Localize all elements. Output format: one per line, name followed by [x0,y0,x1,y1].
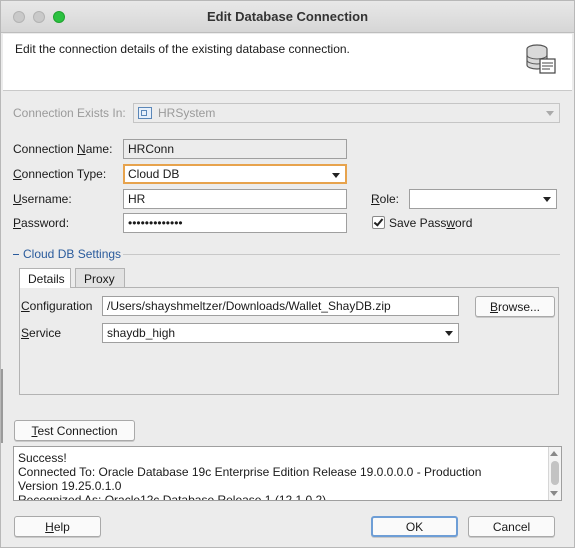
service-label: Service [21,326,62,340]
section-divider [123,254,560,255]
browse-button[interactable]: Browse... [475,296,555,317]
connection-type-label: Connection Type: [13,167,107,181]
edit-connection-dialog: Edit Database Connection Edit the connec… [0,0,575,548]
chevron-down-icon [332,173,340,178]
connection-exists-in-value: HRSystem [158,106,216,120]
username-label: Username: [13,192,72,206]
cloud-db-settings-title[interactable]: Cloud DB Settings [23,247,121,261]
section-collapse-dash[interactable] [13,254,19,255]
connection-type-value: Cloud DB [128,167,180,181]
test-connection-button[interactable]: Test Connection [14,420,135,441]
chevron-down-icon [543,197,551,202]
connection-type-select[interactable]: Cloud DB [123,164,347,184]
scroll-down-icon[interactable] [550,491,558,496]
connection-name-label: Connection Name: [13,142,113,156]
tab-details[interactable]: Details [19,268,71,288]
save-password-label: Save Password [389,216,473,230]
service-select[interactable]: shaydb_high [102,323,459,343]
save-password-checkbox[interactable] [372,216,385,229]
username-field[interactable]: HR [123,189,347,209]
title-bar[interactable]: Edit Database Connection [1,1,574,33]
role-select[interactable] [409,189,557,209]
log-line: Version 19.25.0.1.0 [18,479,122,493]
connection-exists-in-label: Connection Exists In: [13,106,126,120]
tab-proxy[interactable]: Proxy [75,268,125,288]
test-result-log[interactable]: Success! Connected To: Oracle Database 1… [13,446,562,501]
help-button[interactable]: Help [14,516,101,537]
application-icon [138,107,152,119]
log-line: Connected To: Oracle Database 19c Enterp… [18,465,482,479]
ok-button[interactable]: OK [371,516,458,537]
service-value: shaydb_high [107,326,176,340]
checkmark-icon [373,216,384,227]
password-label: Password: [13,216,70,230]
dialog-title: Edit Database Connection [206,9,369,24]
scroll-up-icon[interactable] [550,451,558,456]
configuration-field[interactable]: /Users/shayshmeltzer/Downloads/Wallet_Sh… [102,296,459,316]
connection-exists-in-select: HRSystem [133,103,560,123]
chevron-down-icon [445,331,453,336]
cancel-button[interactable]: Cancel [468,516,555,537]
dialog-header: Edit the connection details of the exist… [3,34,572,91]
database-icon [526,44,556,74]
log-line: Recognized As: Oracle12c Database Releas… [18,493,327,501]
details-tab-panel: Configuration /Users/shayshmeltzer/Downl… [19,287,559,395]
configuration-label: Configuration [21,299,93,313]
dialog-description: Edit the connection details of the exist… [15,42,350,56]
scroll-thumb[interactable] [551,461,559,485]
chevron-down-icon [546,111,554,116]
log-line: Success! [18,451,67,465]
log-scrollbar[interactable] [548,447,561,500]
role-label: Role: [371,192,400,206]
background-window-edge [1,369,3,443]
connection-name-field[interactable]: HRConn [123,139,347,159]
password-field[interactable]: ••••••••••••• [123,213,347,233]
